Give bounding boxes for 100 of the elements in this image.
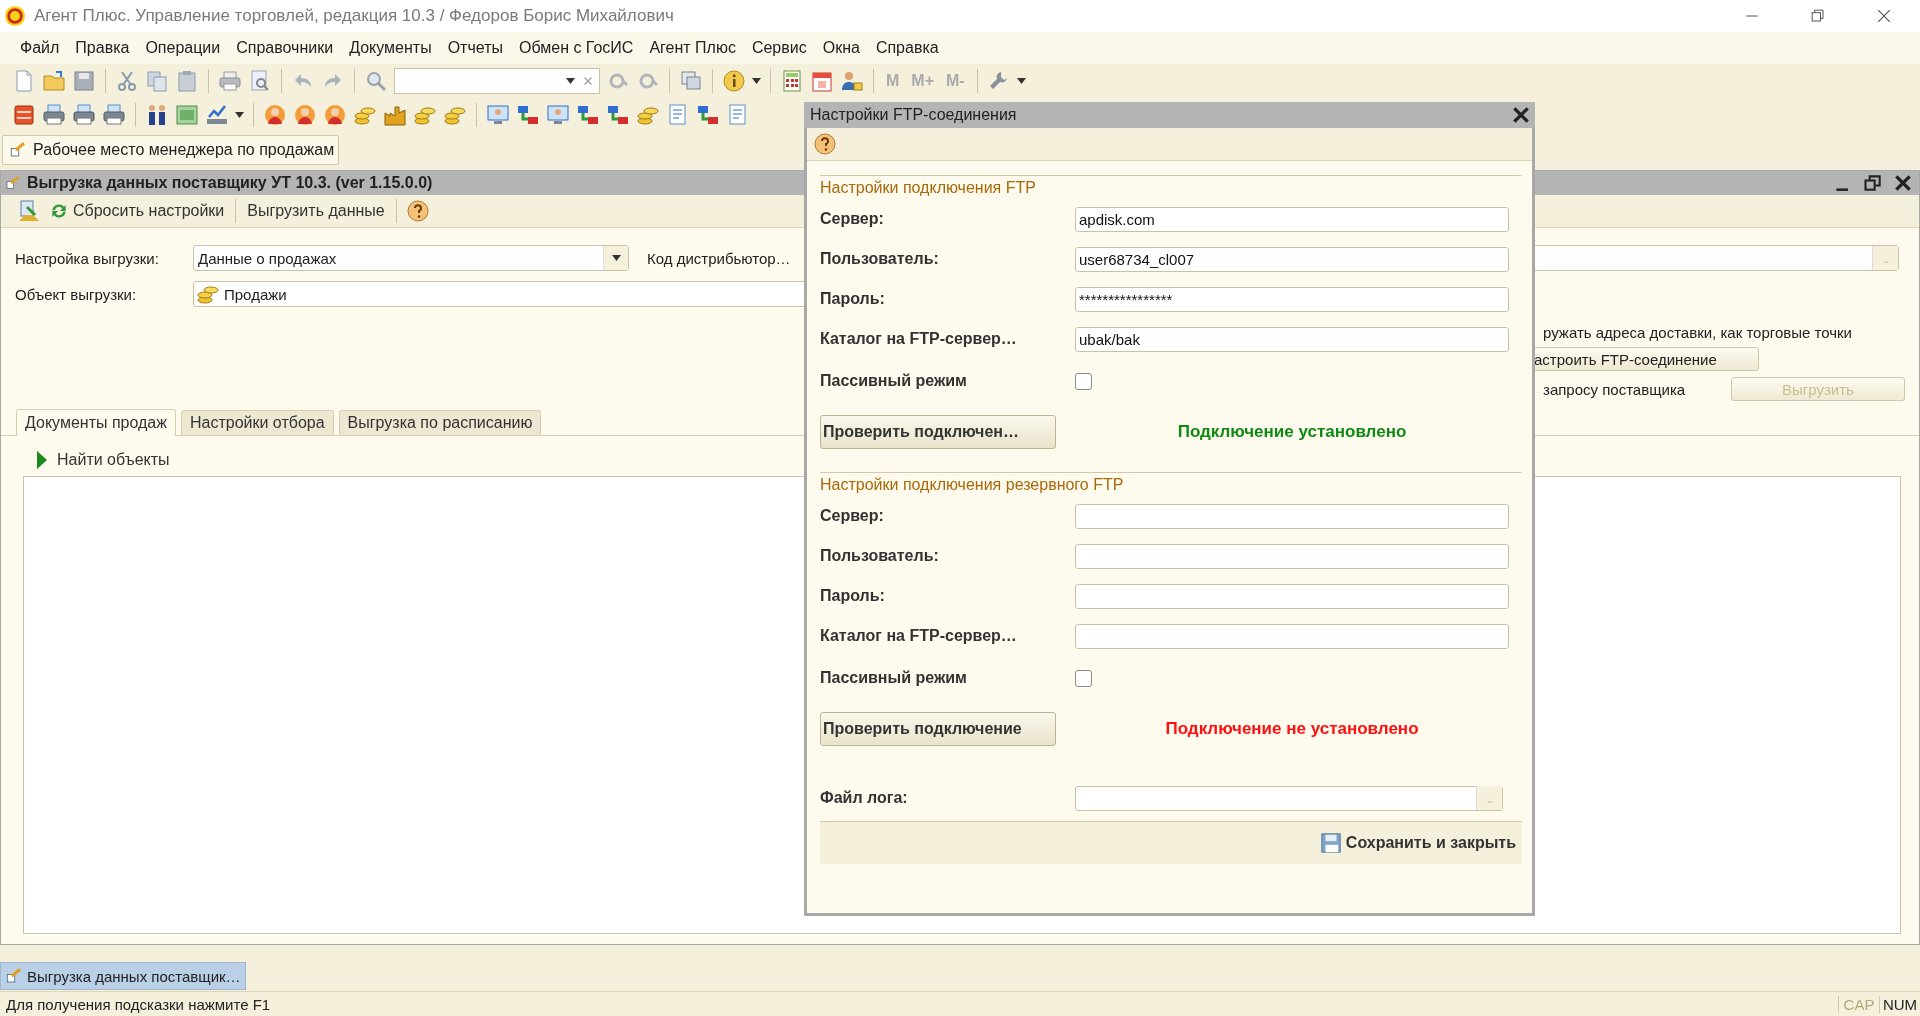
field-label: Сервер: xyxy=(820,507,885,525)
reset-settings-button[interactable]: Сбросить настройки xyxy=(47,199,227,223)
calculator-icon[interactable] xyxy=(780,69,804,93)
save-close-button[interactable]: Сохранить и закрыть xyxy=(1317,832,1522,854)
person-icon[interactable] xyxy=(263,103,287,127)
menu-item[interactable]: Отчеты xyxy=(439,37,511,59)
window-title: Выгрузка данных поставщику УТ 10.3. (ver 1.15.0.0) xyxy=(27,174,433,192)
restore-icon[interactable] xyxy=(1863,173,1883,193)
menu-item[interactable]: Окна xyxy=(814,37,868,59)
field-label: Сервер: xyxy=(820,210,885,228)
arrows-icon[interactable] xyxy=(606,103,630,127)
checkbox[interactable] xyxy=(1075,372,1092,390)
clipboard-icon[interactable] xyxy=(175,69,199,93)
user-lock-icon[interactable] xyxy=(840,69,864,93)
printer-icon[interactable] xyxy=(218,69,242,93)
connection-status: Подключение не установлено xyxy=(1164,719,1420,739)
caret-icon[interactable] xyxy=(566,78,575,84)
workspace-tab[interactable]: Рабочее место менеджера по продажам xyxy=(2,135,340,165)
text-field[interactable]: apdisk.com xyxy=(1075,206,1509,232)
text-field[interactable] xyxy=(1075,583,1509,609)
status-hint: Для получения подсказки нажмите F1 xyxy=(5,995,272,1013)
caret-icon[interactable] xyxy=(752,78,761,84)
folder-icon[interactable] xyxy=(42,69,66,93)
checkbox[interactable] xyxy=(1075,669,1092,687)
dropdown-field[interactable]: Данные о продажах xyxy=(193,245,629,271)
export-data-button[interactable]: Выгрузить данные xyxy=(245,200,387,222)
text-field[interactable] xyxy=(1075,543,1509,569)
text-field[interactable] xyxy=(1075,623,1509,649)
cabinet-icon[interactable] xyxy=(12,103,36,127)
close-icon[interactable] xyxy=(1511,105,1531,125)
tab[interactable]: Настройки отбора xyxy=(180,410,334,435)
key-indicator: CAP xyxy=(1838,995,1879,1013)
window-title: Агент Плюс. Управление торговлей, редакция 10.3 / Федоров Борис Михайлович xyxy=(34,6,674,26)
option-label: ружать адреса доставки, как торговые точки xyxy=(1543,323,1852,341)
tab[interactable]: Выгрузка по расписанию xyxy=(338,410,542,435)
field-label: Пользователь: xyxy=(820,250,940,268)
check-connection-button[interactable]: Проверить подключение xyxy=(820,712,1056,746)
help-icon[interactable] xyxy=(405,199,430,223)
search-icon[interactable] xyxy=(364,69,388,93)
connection-status: Подключение установлено xyxy=(1176,422,1408,442)
person-icon[interactable] xyxy=(323,103,347,127)
logo-icon xyxy=(4,5,26,27)
text-field[interactable]: user68734_cl007 xyxy=(1075,246,1509,272)
file-field[interactable] xyxy=(1075,785,1503,811)
dialog-title: Настройки FTP-соединения xyxy=(810,106,1017,124)
menu-item[interactable]: Справочники xyxy=(228,37,342,59)
section-heading: Настройки подключения FTP xyxy=(820,178,1036,197)
calendar-icon[interactable] xyxy=(810,69,834,93)
info-icon[interactable] xyxy=(722,69,746,93)
field-label: Каталог на FTP-сервер… xyxy=(820,330,1018,348)
scissors-icon[interactable] xyxy=(115,69,139,93)
menu-item[interactable]: Правка xyxy=(67,37,138,59)
arrows-icon[interactable] xyxy=(516,103,540,127)
taskbar-item[interactable]: Выгрузка данных поставщик… xyxy=(0,962,246,990)
export-icon[interactable] xyxy=(17,199,41,223)
arrows-icon[interactable] xyxy=(696,103,720,127)
caret-icon[interactable] xyxy=(611,255,621,261)
menu-item[interactable]: Документы xyxy=(341,37,440,59)
text-field[interactable] xyxy=(1075,503,1509,529)
field-label: Объект выгрузки: xyxy=(14,285,138,303)
menu-item[interactable]: Справка xyxy=(867,37,947,59)
caret-icon[interactable] xyxy=(235,112,244,118)
field-label: Код дистрибьютор… xyxy=(647,249,792,267)
menu-item[interactable]: Сервис xyxy=(743,37,815,59)
banknote-icon[interactable] xyxy=(175,103,199,127)
field-label: Пассивный режим xyxy=(820,669,968,687)
menu-item[interactable]: Операции xyxy=(137,37,229,59)
refresh-icon xyxy=(49,201,69,221)
copy-icon[interactable] xyxy=(145,69,169,93)
section-heading: Настройки подключения резервного FTP xyxy=(820,475,1124,494)
floppy-icon[interactable] xyxy=(72,69,96,93)
factory-icon[interactable] xyxy=(383,103,407,127)
field-label: Пароль: xyxy=(820,290,886,308)
floppy-icon xyxy=(1319,832,1342,854)
field-label: Файл лога: xyxy=(820,789,909,807)
text-field[interactable]: ubak/bak xyxy=(1075,326,1509,352)
menu-item[interactable]: Обмен с ГосИС xyxy=(510,37,642,59)
printer-icon[interactable] xyxy=(42,103,66,127)
arrows-icon[interactable] xyxy=(576,103,600,127)
field-label: Пассивный режим xyxy=(820,372,968,390)
windows-icon[interactable] xyxy=(679,69,703,93)
caret-icon[interactable] xyxy=(1016,78,1026,84)
chart-icon[interactable] xyxy=(205,103,229,127)
close-icon[interactable] xyxy=(1893,173,1913,193)
monitor-person-icon[interactable] xyxy=(546,103,570,127)
menu-item[interactable]: Файл xyxy=(12,37,68,59)
help-icon[interactable] xyxy=(813,132,837,156)
printer-icon[interactable] xyxy=(102,103,126,127)
text-field[interactable]: **************** xyxy=(1075,286,1509,312)
tab[interactable]: Документы продаж xyxy=(16,409,176,436)
menu-item[interactable]: Агент Плюс xyxy=(641,37,744,59)
field-label: Пароль: xyxy=(820,587,886,605)
key-indicator: NUM xyxy=(1879,995,1920,1013)
monitor-person-icon[interactable] xyxy=(486,103,510,127)
person-icon[interactable] xyxy=(293,103,317,127)
field-label: Настройка выгрузки: xyxy=(14,249,160,267)
field-label: Пользователь: xyxy=(820,547,940,565)
check-connection-button[interactable]: Проверить подключен… xyxy=(820,415,1056,449)
printer-icon[interactable] xyxy=(72,103,96,127)
search-combo-field[interactable] xyxy=(394,68,600,94)
